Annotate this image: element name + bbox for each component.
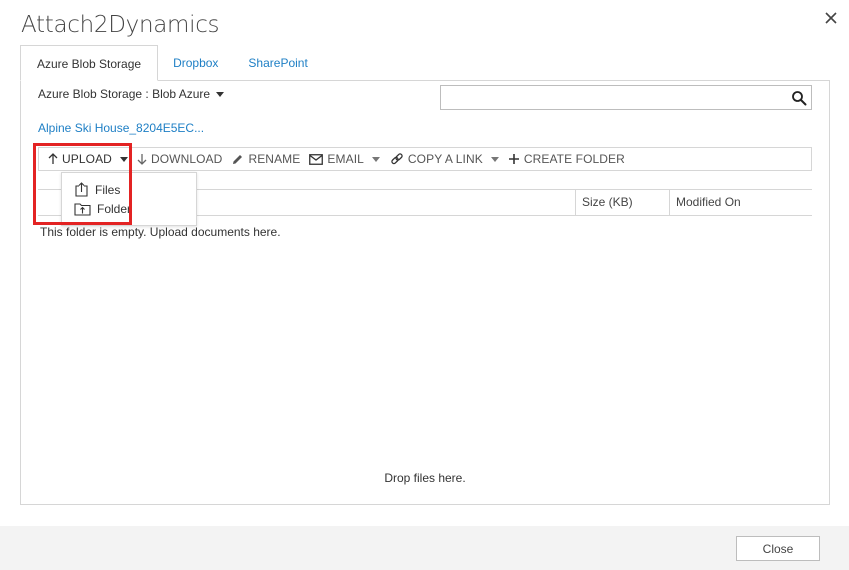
tab-bar: Azure Blob Storage Dropbox SharePoint bbox=[20, 45, 323, 81]
download-button[interactable]: DOWNLOAD bbox=[137, 152, 222, 166]
pencil-icon bbox=[233, 154, 243, 164]
upload-folder-label: Folder bbox=[97, 202, 132, 216]
chevron-down-icon bbox=[119, 156, 128, 162]
column-header-size[interactable]: Size (KB) bbox=[575, 190, 669, 215]
chevron-down-icon bbox=[490, 156, 499, 162]
close-icon[interactable] bbox=[821, 8, 841, 28]
upload-folder-icon bbox=[74, 203, 91, 216]
file-browser-panel: Azure Blob Storage : Blob Azure Alpine S… bbox=[20, 80, 830, 505]
storage-selector-label: Azure Blob Storage : Blob Azure bbox=[38, 87, 211, 101]
dialog-footer: Close bbox=[0, 526, 849, 570]
create-folder-button[interactable]: CREATE FOLDER bbox=[508, 152, 625, 166]
upload-folder-menu-item[interactable]: Folder bbox=[74, 202, 131, 216]
upload-file-icon bbox=[75, 182, 88, 197]
link-icon bbox=[391, 153, 403, 165]
plus-icon bbox=[508, 154, 519, 164]
download-label: DOWNLOAD bbox=[150, 152, 223, 166]
search-input[interactable] bbox=[441, 86, 786, 109]
column-header-modified-on[interactable]: Modified On bbox=[669, 190, 812, 215]
create-folder-label: CREATE FOLDER bbox=[523, 152, 625, 166]
breadcrumb[interactable]: Alpine Ski House_8204E5EC... bbox=[38, 121, 204, 135]
upload-files-menu-item[interactable]: Files bbox=[74, 182, 120, 197]
copy-link-button[interactable]: COPY A LINK bbox=[390, 152, 499, 166]
upload-files-label: Files bbox=[95, 182, 121, 197]
search-box bbox=[440, 85, 812, 110]
drop-zone-message: Drop files here. bbox=[384, 471, 466, 485]
upload-label: UPLOAD bbox=[62, 152, 112, 166]
chevron-down-icon bbox=[216, 91, 225, 97]
upload-dropdown-menu: Files Folder bbox=[61, 172, 197, 226]
email-label: EMAIL bbox=[327, 152, 364, 166]
toolbar: UPLOAD DOWNLOAD RENAME EMAIL COPY A LINK… bbox=[38, 147, 812, 171]
chevron-down-icon bbox=[371, 156, 380, 162]
dialog-title: Attach2Dynamics bbox=[21, 12, 220, 38]
email-button[interactable]: EMAIL bbox=[309, 152, 380, 166]
storage-selector[interactable]: Azure Blob Storage : Blob Azure bbox=[38, 87, 225, 101]
arrow-up-icon bbox=[48, 153, 58, 164]
tab-dropbox[interactable]: Dropbox bbox=[158, 45, 233, 81]
arrow-down-icon bbox=[137, 154, 147, 165]
close-button[interactable]: Close bbox=[736, 536, 820, 561]
copy-link-label: COPY A LINK bbox=[407, 152, 483, 166]
tab-azure-blob-storage[interactable]: Azure Blob Storage bbox=[20, 45, 159, 81]
search-icon[interactable] bbox=[791, 90, 807, 106]
envelope-icon bbox=[309, 153, 324, 165]
tab-sharepoint[interactable]: SharePoint bbox=[233, 45, 322, 81]
upload-button[interactable]: UPLOAD bbox=[48, 152, 128, 166]
rename-button[interactable]: RENAME bbox=[231, 152, 300, 166]
rename-label: RENAME bbox=[248, 152, 301, 166]
empty-folder-message: This folder is empty. Upload documents h… bbox=[40, 225, 281, 239]
